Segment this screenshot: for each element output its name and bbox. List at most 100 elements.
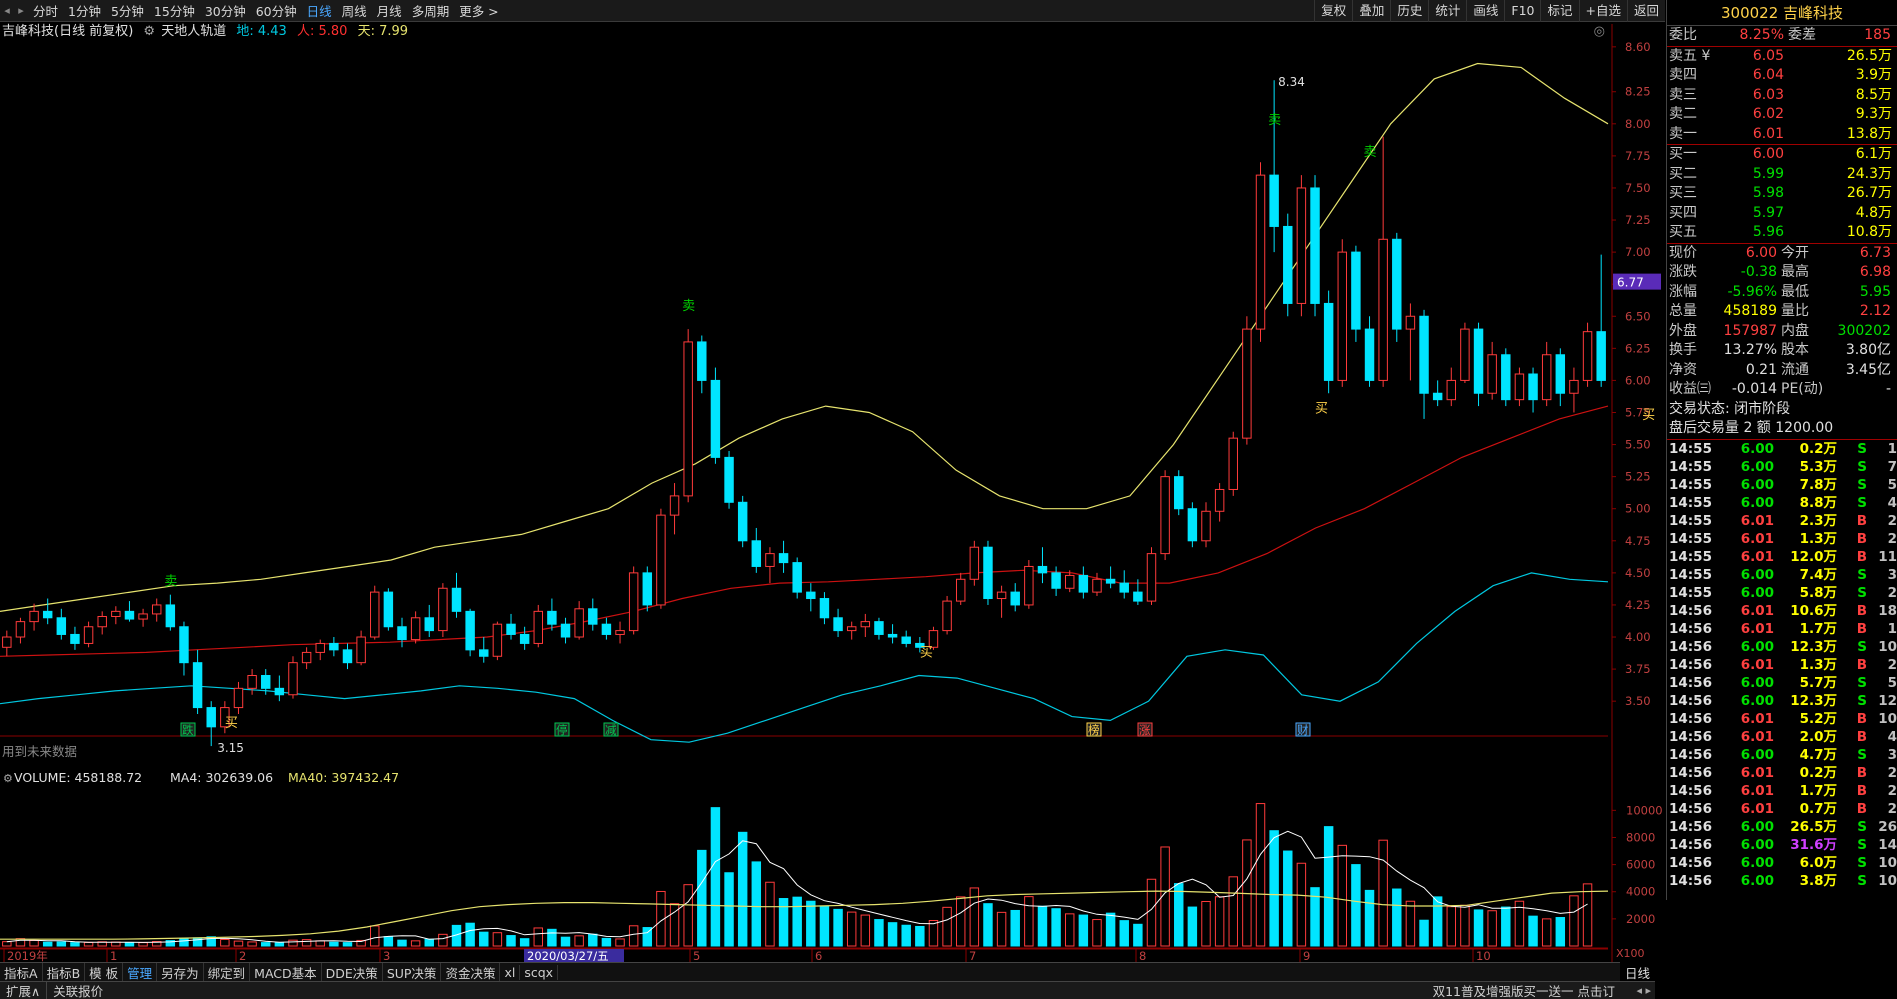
candle-body	[1119, 582, 1129, 593]
tick-row: 14:56 6.01 0.7万 B 2	[1667, 800, 1897, 818]
candle-body	[288, 662, 298, 696]
candle-body	[1378, 238, 1388, 381]
tick-time: 14:56	[1669, 638, 1712, 655]
indicator-tab[interactable]: 模 板	[85, 962, 124, 982]
book-row[interactable]: 卖四 6.04 3.9万	[1667, 66, 1897, 86]
indicator-tab[interactable]: MACD基本	[250, 962, 322, 982]
indicator-tab[interactable]: 绑定到	[204, 962, 251, 982]
volume-tick-label: 4000	[1626, 885, 1655, 899]
indicator-tab[interactable]: 管理	[123, 962, 158, 982]
di-line-path	[0, 572, 1609, 743]
book-row[interactable]: 卖五 ¥ 6.05 26.5万	[1667, 47, 1897, 67]
tick-price: 6.00	[1740, 692, 1774, 709]
book-volume: 9.3万	[1855, 106, 1892, 122]
candle-body	[519, 633, 530, 644]
kline-chart[interactable]: 8.608.258.007.757.507.257.006.756.506.25…	[0, 0, 1665, 962]
candle-body	[1037, 565, 1048, 574]
indicator-tab[interactable]: scqx	[520, 964, 559, 980]
book-row[interactable]: 买二 5.99 24.3万	[1667, 165, 1897, 185]
book-row[interactable]: 卖一 6.01 13.8万	[1667, 125, 1897, 145]
date-tick-label: 3	[383, 949, 390, 962]
indicator-tab[interactable]: 资金决策	[441, 962, 501, 982]
sell-signal: 卖	[1364, 145, 1377, 160]
book-row[interactable]: 卖二 6.02 9.3万	[1667, 105, 1897, 125]
date-tick-label: 1	[110, 949, 117, 962]
volume-bar	[901, 924, 911, 947]
tick-price: 6.01	[1740, 782, 1774, 799]
stat-value: -	[1885, 381, 1891, 397]
candlestick-series	[2, 80, 1606, 747]
volume-bar	[683, 884, 693, 947]
price-tick-label: 8.00	[1625, 117, 1651, 131]
volume-bar	[1214, 896, 1225, 947]
indicator-tab[interactable]: DDE决策	[322, 962, 383, 982]
candle-body	[1283, 225, 1293, 304]
tick-row: 14:55 6.00 5.8万 S 2	[1667, 584, 1897, 602]
tick-price: 6.00	[1740, 854, 1774, 871]
book-row[interactable]: 买一 6.00 6.1万	[1667, 145, 1897, 165]
tick-time: 14:56	[1669, 620, 1712, 637]
volume-bar	[465, 922, 475, 947]
sell-signal: 卖	[682, 299, 695, 314]
tick-count: 12	[1878, 692, 1897, 709]
tick-list[interactable]: 14:55 6.00 0.2万 S 1 14:55 6.00 5.3万 S 7 14:55 6.00 7…	[1667, 440, 1897, 890]
tick-volume: 1.3万	[1799, 530, 1837, 547]
volume-bar	[56, 941, 67, 947]
tick-row: 14:56 6.01 10.6万 B 18	[1667, 602, 1897, 620]
candle-body	[1310, 187, 1320, 304]
future-data-note: 用到未来数据	[2, 744, 77, 759]
indicator-tab[interactable]: xl	[500, 964, 521, 980]
candle-body	[1201, 510, 1211, 542]
indicator-tab[interactable]: 指标B	[43, 962, 86, 982]
tick-price: 6.01	[1740, 710, 1774, 727]
tick-row: 14:55 6.01 1.3万 B 2	[1667, 530, 1897, 548]
expand-button[interactable]: 扩展∧	[0, 981, 46, 999]
candle-body	[955, 578, 966, 602]
tick-direction: B	[1856, 512, 1867, 529]
stat-row: 换手 13.27% 股本 3.80亿	[1667, 341, 1897, 361]
stat-label: 现价	[1669, 244, 1697, 261]
stock-code-name[interactable]: 300022 吉峰科技	[1721, 0, 1843, 25]
indicator-tab[interactable]: SUP决策	[383, 962, 442, 982]
volume-bar	[1541, 918, 1552, 947]
candle-body	[438, 587, 448, 632]
tick-count: 1	[1887, 440, 1897, 457]
candle-body	[247, 675, 257, 689]
price-tick-label: 7.25	[1625, 213, 1651, 227]
tick-count: 14	[1878, 836, 1897, 853]
volume-bar	[1501, 906, 1511, 947]
indicator-tab-bar: 指标A 指标B 模 板管理 另存为 绑定到 MACD基本 DDE决策 SUP决策 资金决策 xl s…	[0, 962, 1620, 982]
indicator-tab[interactable]: 指标A	[0, 962, 43, 982]
tick-volume: 7.8万	[1799, 476, 1837, 493]
related-quote-button[interactable]: 关联报价	[46, 981, 109, 999]
candle-body	[492, 623, 503, 657]
candle-body	[1010, 591, 1020, 606]
volume-bar	[724, 872, 734, 947]
news-ticker[interactable]: 双11普及增强版买一送一 点击订	[1433, 981, 1615, 999]
volume-bar	[1487, 910, 1497, 947]
volume-settings-icon[interactable]: ⚙	[3, 772, 13, 785]
tick-row: 14:55 6.00 8.8万 S 4	[1667, 494, 1897, 512]
tick-price: 6.00	[1740, 440, 1774, 457]
volume-bar	[315, 940, 325, 947]
candle-body	[615, 630, 625, 635]
book-price: 5.99	[1752, 165, 1784, 182]
book-row[interactable]: 买四 5.97 4.8万	[1667, 204, 1897, 224]
price-tick-label: 5.50	[1625, 438, 1651, 452]
ticker-icons[interactable]: ◂ ▸	[1636, 984, 1651, 997]
price-tick-label: 5.25	[1625, 470, 1651, 484]
volume-bar	[1119, 920, 1129, 947]
tick-volume: 5.7万	[1799, 674, 1837, 691]
indicator-tab[interactable]: 另存为	[157, 962, 204, 982]
tick-count: 2	[1887, 530, 1897, 547]
candle-body	[806, 591, 816, 600]
volume-bar	[1255, 803, 1266, 947]
candle-body	[138, 613, 148, 620]
tick-count: 3	[1887, 746, 1897, 763]
tick-row: 14:56 6.00 5.7万 S 5	[1667, 674, 1897, 692]
book-row[interactable]: 买三 5.98 26.7万	[1667, 184, 1897, 204]
candle-body	[370, 591, 380, 638]
book-row[interactable]: 卖三 6.03 8.5万	[1667, 86, 1897, 106]
book-row[interactable]: 买五 5.96 10.8万	[1667, 223, 1897, 243]
tick-price: 6.01	[1740, 548, 1774, 565]
